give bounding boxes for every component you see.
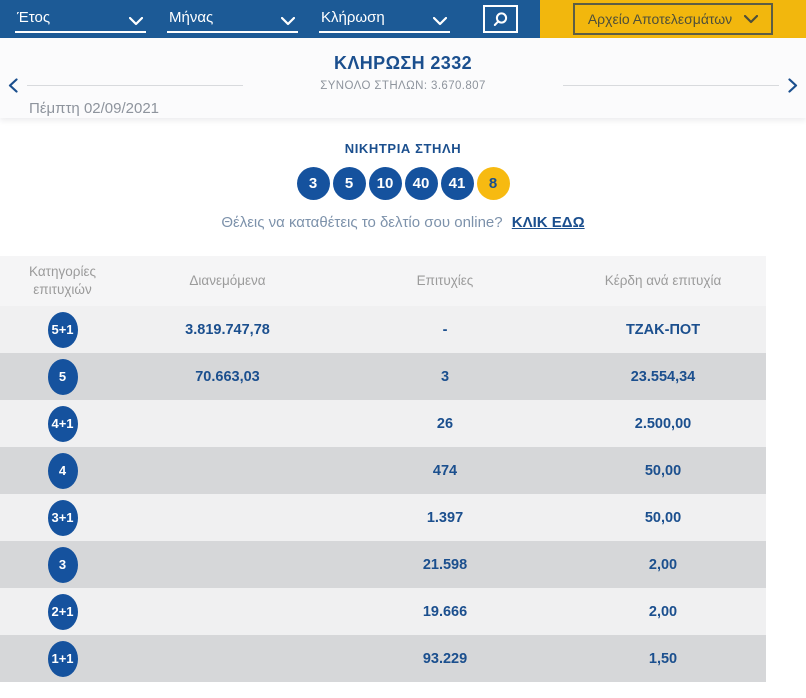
category-badge: 5+1 bbox=[47, 311, 78, 348]
draw-dropdown[interactable]: Κλήρωση bbox=[319, 6, 450, 33]
joker-number-ball: 8 bbox=[476, 167, 510, 200]
winners-value: - bbox=[442, 321, 448, 338]
prize-value: 23.554,34 bbox=[630, 368, 696, 385]
table-row: 4 474 50,00 bbox=[0, 447, 766, 494]
table-row: 5+1 3.819.747,78 - ΤΖΑΚ-ΠΟΤ bbox=[0, 306, 766, 353]
category-cell: 4+1 bbox=[0, 405, 125, 442]
category-badge: 4 bbox=[47, 452, 78, 489]
winners-value: 1.397 bbox=[426, 509, 464, 526]
online-cta-text: Θέλεις να καταθέτεις το δελτίο σου onlin… bbox=[221, 214, 503, 231]
draw-title: ΚΛΗΡΩΣΗ 2332 bbox=[333, 53, 473, 73]
prize-value: 50,00 bbox=[644, 462, 682, 479]
month-dropdown-label: Μήνας bbox=[169, 8, 214, 26]
category-badge: 4+1 bbox=[47, 405, 78, 442]
table-row: 3 21.598 2,00 bbox=[0, 541, 766, 588]
prize-value: 2,00 bbox=[648, 603, 678, 620]
click-here-link[interactable]: ΚΛΙΚ ΕΔΩ bbox=[512, 214, 585, 231]
results-archive-label: Αρχείο Αποτελεσμάτων bbox=[587, 11, 733, 27]
draw-date: Πέμπτη 02/09/2021 bbox=[29, 100, 160, 117]
winners-value: 21.598 bbox=[422, 556, 468, 573]
winning-number-ball: 3 bbox=[296, 167, 330, 200]
chevron-down-icon bbox=[744, 14, 759, 24]
category-badge: 2+1 bbox=[47, 593, 78, 630]
winners-value: 474 bbox=[432, 462, 458, 479]
search-button[interactable] bbox=[483, 5, 518, 33]
chevron-down-icon bbox=[129, 16, 143, 26]
column-header-categories: Κατηγορίες επιτυχιών bbox=[29, 263, 96, 297]
search-icon bbox=[492, 11, 509, 28]
winning-numbers: 3 5 10 40 41 8 bbox=[0, 167, 806, 200]
results-table-header: Κατηγορίες επιτυχιών Διανεμόμενα Επιτυχί… bbox=[0, 256, 766, 306]
table-row: 4+1 26 2.500,00 bbox=[0, 400, 766, 447]
column-header-distributed: Διανεμόμενα bbox=[189, 272, 266, 288]
table-row: 5 70.663,03 3 23.554,34 bbox=[0, 353, 766, 400]
winning-number-ball: 40 bbox=[404, 167, 438, 200]
category-cell: 5 bbox=[0, 358, 125, 395]
category-cell: 2+1 bbox=[0, 593, 125, 630]
next-draw-area bbox=[563, 78, 798, 93]
winners-value: 19.666 bbox=[422, 603, 468, 620]
prize-value: 2.500,00 bbox=[634, 415, 692, 432]
winners-value: 26 bbox=[436, 415, 454, 432]
divider-line bbox=[563, 85, 779, 86]
prize-value: 1,50 bbox=[648, 650, 678, 667]
category-badge: 1+1 bbox=[47, 640, 78, 677]
category-cell: 5+1 bbox=[0, 311, 125, 348]
category-badge: 3+1 bbox=[47, 499, 78, 536]
winners-value: 3 bbox=[440, 368, 450, 385]
month-dropdown[interactable]: Μήνας bbox=[167, 6, 298, 33]
year-dropdown[interactable]: Έτος bbox=[15, 6, 146, 33]
column-header-winners: Επιτυχίες bbox=[416, 272, 474, 288]
distributed-value: 3.819.747,78 bbox=[185, 321, 270, 338]
column-header-prize: Κέρδη ανά επιτυχία bbox=[604, 272, 722, 288]
category-cell: 3+1 bbox=[0, 499, 125, 536]
chevron-right-icon[interactable] bbox=[788, 78, 798, 93]
category-badge: 3 bbox=[47, 546, 78, 583]
winning-number-ball: 41 bbox=[440, 167, 474, 200]
online-cta: Θέλεις να καταθέτεις το δελτίο σου onlin… bbox=[0, 214, 806, 231]
filter-bar-yellow-section: Αρχείο Αποτελεσμάτων bbox=[540, 0, 806, 38]
results-table: Κατηγορίες επιτυχιών Διανεμόμενα Επιτυχί… bbox=[0, 256, 766, 682]
filter-bar: Έτος Μήνας Κλήρωση Αρχείο Αποτελεσμάτων bbox=[0, 0, 806, 38]
table-row: 2+1 19.666 2,00 bbox=[0, 588, 766, 635]
draw-nav-header: Πέμπτη 02/09/2021 ΚΛΗΡΩΣΗ 2332 ΣΥΝΟΛΟ ΣΤ… bbox=[0, 38, 806, 118]
category-cell: 4 bbox=[0, 452, 125, 489]
year-dropdown-label: Έτος bbox=[17, 8, 51, 26]
category-cell: 1+1 bbox=[0, 640, 125, 677]
winning-number-ball: 10 bbox=[368, 167, 402, 200]
prize-value: ΤΖΑΚ-ΠΟΤ bbox=[625, 321, 701, 338]
results-archive-button[interactable]: Αρχείο Αποτελεσμάτων bbox=[572, 3, 774, 35]
category-cell: 3 bbox=[0, 546, 125, 583]
prize-value: 50,00 bbox=[644, 509, 682, 526]
winning-column-heading: ΝΙΚΗΤΡΙΑ ΣΤΗΛΗ bbox=[344, 141, 462, 156]
table-row: 3+1 1.397 50,00 bbox=[0, 494, 766, 541]
table-row: 1+1 93.229 1,50 bbox=[0, 635, 766, 682]
filter-bar-blue-section: Έτος Μήνας Κλήρωση bbox=[0, 0, 540, 38]
results-table-body: 5+1 3.819.747,78 - ΤΖΑΚ-ΠΟΤ 5 70.663,03 3 23.55… bbox=[0, 306, 766, 682]
chevron-down-icon bbox=[433, 16, 447, 26]
chevron-down-icon bbox=[281, 16, 295, 26]
category-badge: 5 bbox=[47, 358, 78, 395]
winning-number-ball: 5 bbox=[332, 167, 366, 200]
draw-dropdown-label: Κλήρωση bbox=[321, 8, 385, 26]
distributed-value: 70.663,03 bbox=[195, 368, 260, 385]
winners-value: 93.229 bbox=[422, 650, 468, 667]
prize-value: 2,00 bbox=[648, 556, 678, 573]
